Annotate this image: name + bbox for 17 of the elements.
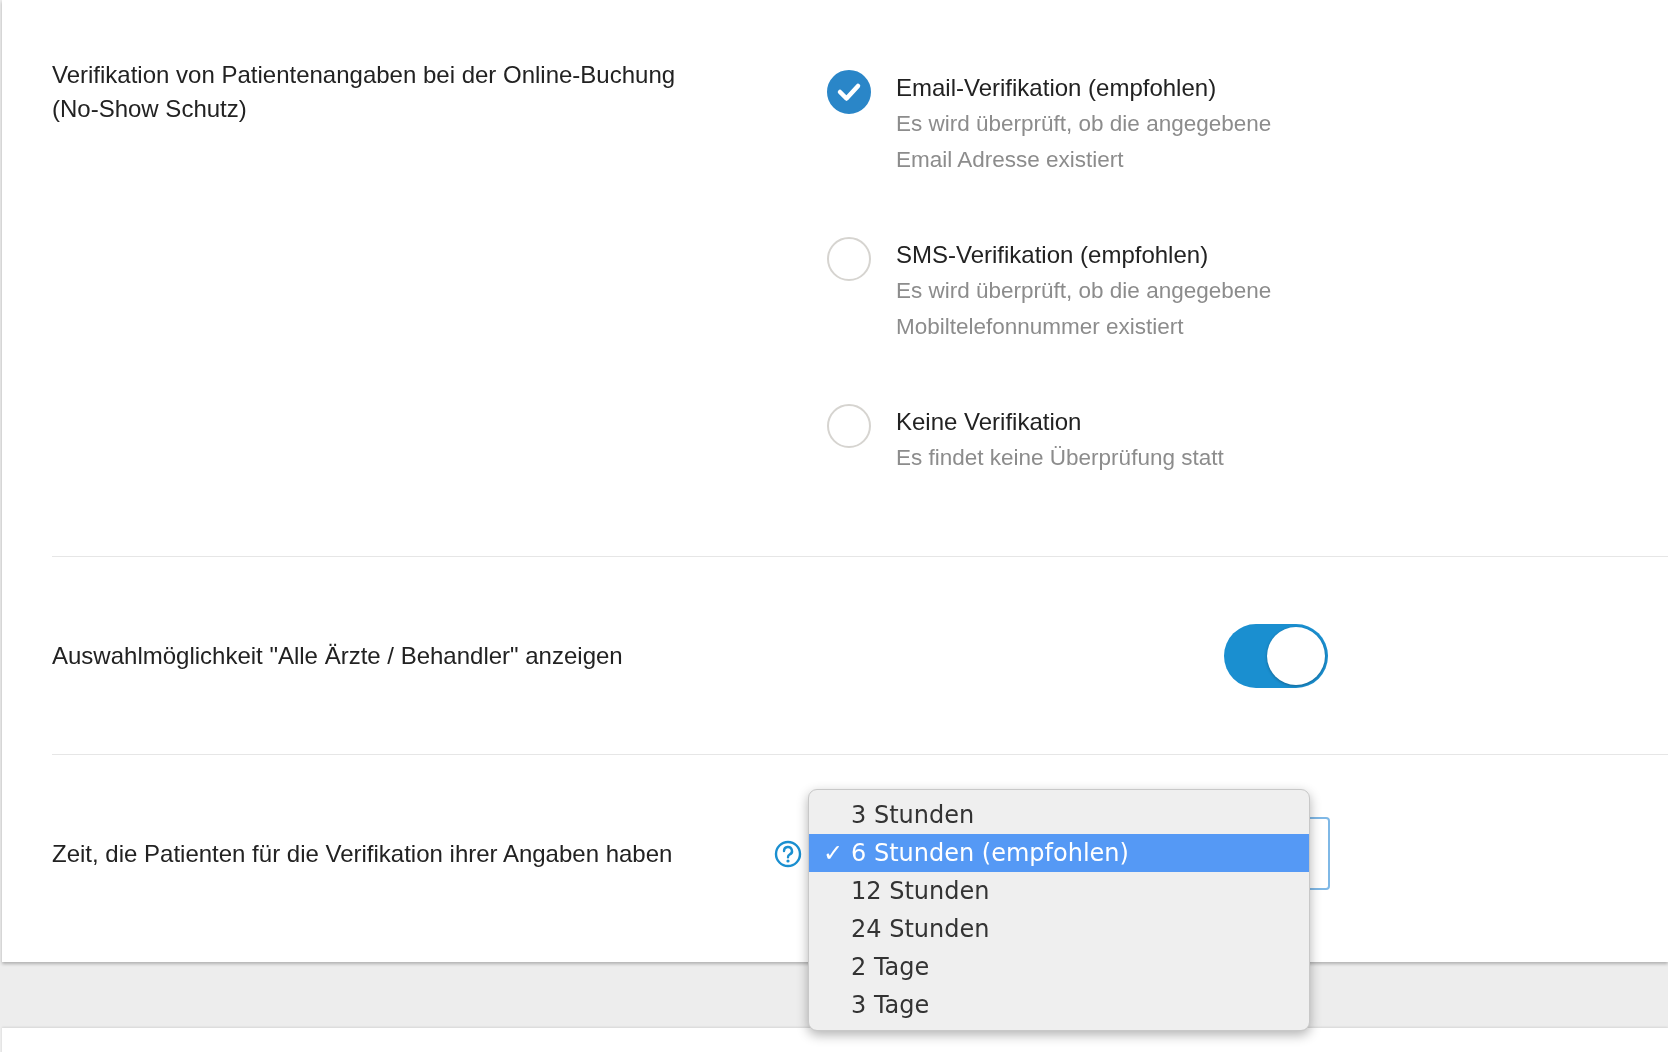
radio-button[interactable] (827, 70, 871, 114)
setting-label: Zeit, die Patienten für die Verifikation ihrer Angaben haben (52, 839, 674, 868)
setting-label: Auswahlmöglichkeit "Alle Ärzte / Behandler" anzeigen (52, 641, 624, 670)
option-description: Es wird überprüft, ob die angegebene Mobiltelefonnummer existiert (896, 277, 1273, 341)
option-description: Es wird überprüft, ob die angegebene Email Adresse existiert (896, 110, 1273, 174)
setting-label: Verifikation von Patientenangaben bei der Online-Buchung (No-Show Schutz) (52, 60, 677, 124)
dropdown-option[interactable]: 3 Stunden (809, 796, 1309, 834)
dropdown-option[interactable]: 3 Tage (809, 986, 1309, 1024)
option-title: Keine Verifikation (896, 407, 1083, 437)
check-mark: ✓ (822, 839, 843, 867)
dropdown-option[interactable]: 2 Tage (809, 948, 1309, 986)
option-title: SMS-Verifikation (empfohlen) (896, 240, 1210, 270)
dropdown-option[interactable]: 24 Stunden (809, 910, 1309, 948)
option-description: Es findet keine Überprüfung statt (896, 444, 1225, 472)
help-icon[interactable] (774, 839, 802, 868)
option-title: Email-Verifikation (empfohlen) (896, 73, 1218, 103)
dropdown-option[interactable]: 12 Stunden (809, 872, 1309, 910)
